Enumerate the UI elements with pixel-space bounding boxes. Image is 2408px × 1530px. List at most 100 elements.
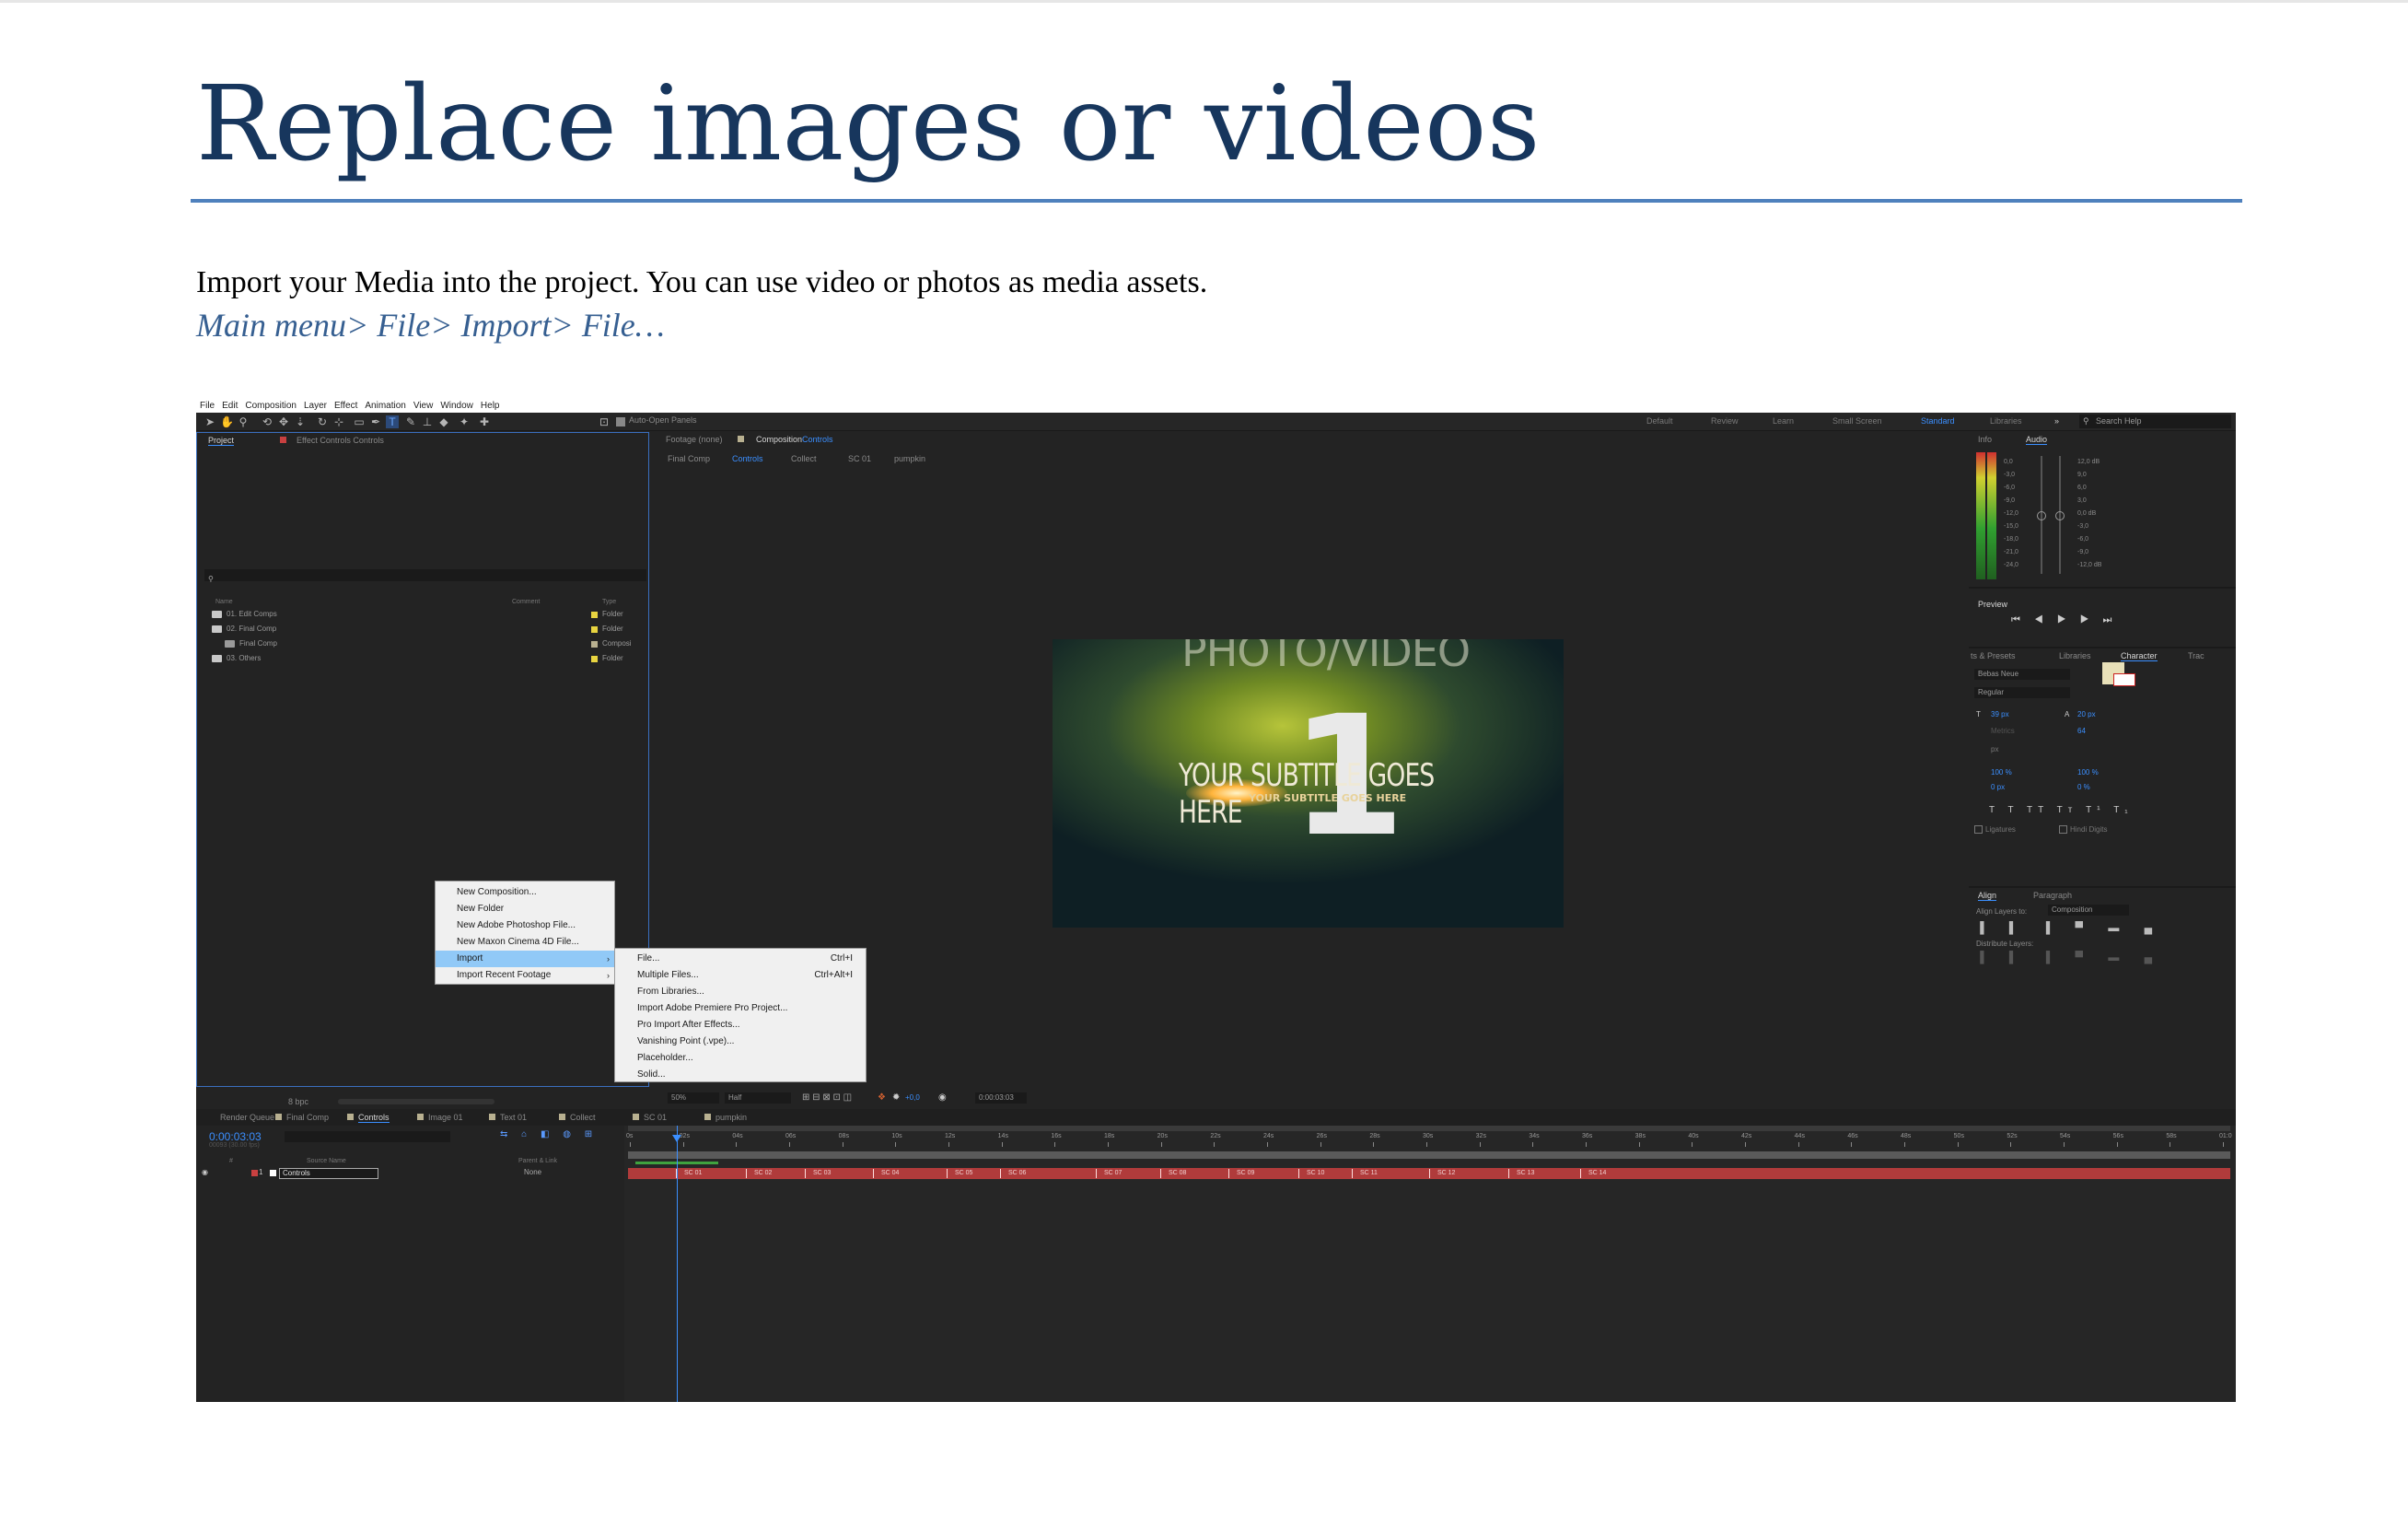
tab-footage[interactable]: Footage (none) [666, 435, 723, 444]
time-navigator[interactable] [628, 1151, 2230, 1159]
tab-tracker[interactable]: Trac [2188, 651, 2204, 660]
resolution-select[interactable]: Half [725, 1092, 791, 1104]
hindi-digits-checkbox[interactable] [2059, 825, 2067, 834]
timeline-marker[interactable]: SC 05 [947, 1169, 972, 1178]
timeline-search-input[interactable] [285, 1131, 450, 1142]
menu-new-composition[interactable]: New Composition... [436, 884, 614, 901]
audio-slider-handle[interactable] [2055, 511, 2065, 520]
kerning-value[interactable]: Metrics [1991, 727, 2015, 735]
font-size-value[interactable]: 39 px [1991, 710, 2009, 718]
menu-layer[interactable]: Layer [304, 401, 327, 411]
faux-style-buttons[interactable]: T T TT Tт T¹ T₁ [1989, 805, 2134, 815]
tab-render-queue[interactable]: Render Queue [220, 1113, 274, 1122]
color-channels-icon[interactable]: ❖ [878, 1092, 886, 1103]
snapshot-icon[interactable]: ◉ [938, 1092, 947, 1103]
pan-tool-icon[interactable]: ✥ [277, 415, 290, 428]
tab-effect-controls[interactable]: Effect Controls Controls [297, 436, 384, 445]
selection-tool-icon[interactable]: ➤ [204, 415, 216, 428]
align-buttons-icon[interactable]: ▐ ▌ ▐ ▀ ▬ ▄ [1976, 921, 2163, 934]
hand-tool-icon[interactable]: ✋ [220, 415, 234, 428]
bpc-label[interactable]: 8 bpc [288, 1097, 308, 1106]
layer-name[interactable]: Controls [279, 1168, 378, 1179]
snap-icon[interactable]: ⊡ [598, 415, 611, 428]
menu-solid[interactable]: Solid... [615, 1067, 866, 1083]
current-time-indicator[interactable] [677, 1126, 678, 1402]
tsume-value[interactable]: 0 % [2077, 783, 2090, 791]
timeline-marker[interactable]: SC 07 [1096, 1169, 1122, 1178]
tab-sc-01[interactable]: SC 01 [644, 1113, 667, 1122]
menu-file[interactable]: File [200, 401, 215, 411]
tab-effects-presets[interactable]: ts & Presets [1971, 651, 2016, 660]
tracking-value[interactable]: 64 [2077, 727, 2086, 735]
flow-sc01[interactable]: SC 01 [848, 454, 871, 463]
menu-view[interactable]: View [413, 401, 434, 411]
clone-tool-icon[interactable]: ⊥ [421, 415, 434, 428]
tab-composition-name[interactable]: Controls [802, 435, 833, 444]
list-item[interactable]: Final Comp Composi [204, 637, 648, 651]
menu-window[interactable]: Window [440, 401, 473, 411]
stroke-color-swatch[interactable] [2113, 673, 2135, 686]
vertical-scale-value[interactable]: 100 % [1991, 768, 2012, 777]
visibility-eye-icon[interactable]: ◉ [202, 1168, 208, 1176]
timeline-marker[interactable]: SC 12 [1429, 1169, 1455, 1178]
menu-placeholder[interactable]: Placeholder... [615, 1050, 866, 1067]
search-help-input[interactable]: ⚲ Search Help [2079, 415, 2231, 428]
workspace-standard[interactable]: Standard [1921, 416, 1955, 426]
timeline-marker[interactable]: SC 01 [676, 1169, 702, 1178]
menu-import[interactable]: Import › [436, 951, 614, 967]
tab-info[interactable]: Info [1978, 435, 1992, 444]
timeline-timecode[interactable]: 0:00:03:03 [209, 1130, 262, 1143]
workspace-default[interactable]: Default [1646, 416, 1673, 426]
dolly-tool-icon[interactable]: ⇣ [294, 415, 307, 428]
menu-edit[interactable]: Edit [222, 401, 238, 411]
col-comment[interactable]: Comment [512, 599, 540, 605]
zoom-select[interactable]: 50% [668, 1092, 719, 1104]
table-row[interactable]: ◉ 1 Controls None [196, 1168, 622, 1179]
list-item[interactable]: 02. Final Comp Folder [204, 623, 648, 637]
rectangle-tool-icon[interactable]: ▭ [353, 415, 366, 428]
viewer-timecode[interactable]: 0:00:03:03 [975, 1092, 1027, 1104]
menu-import-premiere-project[interactable]: Import Adobe Premiere Pro Project... [615, 1000, 866, 1017]
font-family-select[interactable]: Bebas Neue [1974, 669, 2070, 680]
project-scrollbar[interactable] [338, 1099, 494, 1104]
menu-help[interactable]: Help [481, 401, 500, 411]
menu-import-multiple-files[interactable]: Multiple Files... Ctrl+Alt+I [615, 967, 866, 984]
menu-import-from-libraries[interactable]: From Libraries... [615, 984, 866, 1000]
font-style-select[interactable]: Regular [1974, 687, 2070, 698]
tab-align[interactable]: Align [1978, 891, 1997, 901]
stroke-unit[interactable]: px [1991, 745, 1998, 753]
timeline-marker[interactable]: SC 11 [1352, 1169, 1378, 1178]
distribute-buttons-icon[interactable]: ▐ ▌ ▐ ▀ ▬ ▄ [1976, 951, 2163, 964]
roto-tool-icon[interactable]: ✦ [458, 415, 471, 428]
brush-tool-icon[interactable]: ✎ [404, 415, 417, 428]
flow-collect[interactable]: Collect [791, 454, 817, 463]
tab-image-01[interactable]: Image 01 [428, 1113, 463, 1122]
puppet-tool-icon[interactable]: ✚ [478, 415, 491, 428]
list-item[interactable]: 01. Edit Comps Folder [204, 608, 648, 622]
horizontal-scale-value[interactable]: 100 % [2077, 768, 2099, 777]
pen-tool-icon[interactable]: ✒ [369, 415, 382, 428]
eraser-tool-icon[interactable]: ◆ [437, 415, 450, 428]
timeline-marker[interactable]: SC 14 [1580, 1169, 1606, 1178]
menu-pro-import[interactable]: Pro Import After Effects... [615, 1017, 866, 1034]
tab-libraries[interactable]: Libraries [2059, 651, 2091, 660]
viewer-toggle-icons[interactable]: ⊞ ⊟ ⊠ ⊡ ◫ [802, 1092, 852, 1103]
composition-viewer[interactable]: PHOTO/VIDEO 1 YOUR SUBTITLE GOES HERE YO… [1053, 639, 1564, 928]
tab-preview[interactable]: Preview [1978, 600, 2007, 609]
tab-composition[interactable]: Composition [756, 435, 802, 444]
workspace-learn[interactable]: Learn [1773, 416, 1794, 426]
menu-composition[interactable]: Composition [245, 401, 297, 411]
timeline-marker[interactable]: SC 10 [1298, 1169, 1324, 1178]
ligatures-checkbox[interactable] [1974, 825, 1983, 834]
tab-project[interactable]: Project [208, 436, 235, 446]
flow-pumpkin[interactable]: pumpkin [894, 454, 925, 463]
menu-animation[interactable]: Animation [365, 401, 405, 411]
baseline-value[interactable]: 0 px [1991, 783, 2005, 791]
tab-controls[interactable]: Controls [358, 1113, 390, 1123]
tab-paragraph[interactable]: Paragraph [2033, 891, 2072, 900]
flow-controls[interactable]: Controls [732, 454, 763, 463]
tab-text-01[interactable]: Text 01 [500, 1113, 527, 1122]
tab-pumpkin[interactable]: pumpkin [715, 1113, 747, 1122]
anchor-tool-icon[interactable]: ⊹ [332, 415, 345, 428]
timeline-marker[interactable]: SC 13 [1508, 1169, 1534, 1178]
